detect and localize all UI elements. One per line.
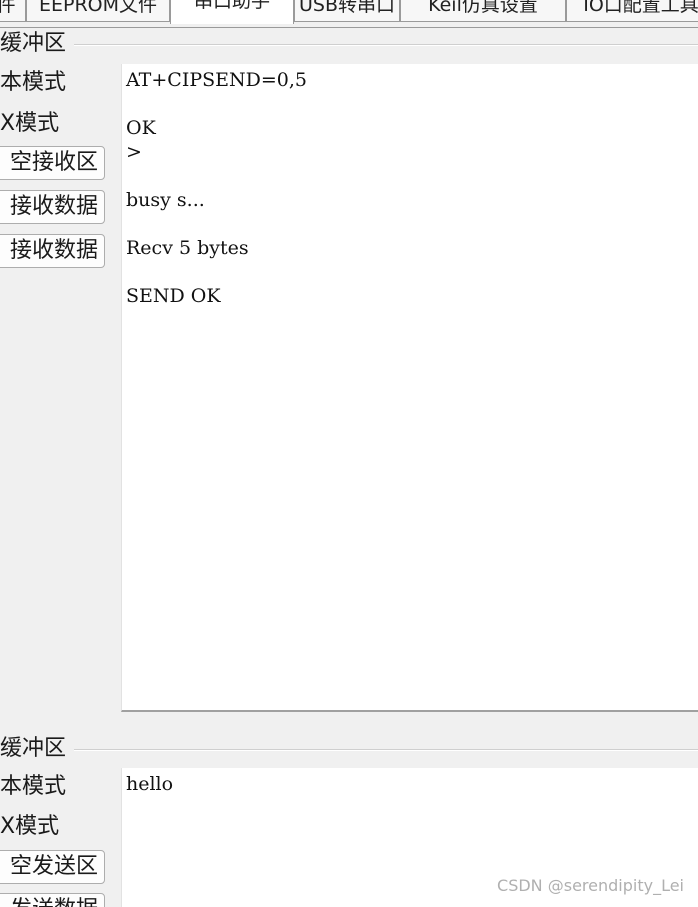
tab-eeprom-file[interactable]: EEPROM文件 xyxy=(26,0,170,22)
receive-textarea[interactable]: AT+CIPSEND=0,5 OK > busy s... Recv 5 byt… xyxy=(121,64,698,712)
copy-receive-button[interactable]: 接收数据 xyxy=(0,234,105,268)
receive-line: SEND OK xyxy=(126,285,221,307)
save-receive-button[interactable]: 接收数据 xyxy=(0,190,105,224)
tab-strip: 件 EEPROM文件 串口助手 USB转串口 Keil仿真设置 IO口配置工具 xyxy=(0,0,698,28)
send-group-title: 缓冲区 xyxy=(0,736,67,761)
clear-receive-button[interactable]: 空接收区 xyxy=(0,146,105,180)
serial-assistant-window: 件 EEPROM文件 串口助手 USB转串口 Keil仿真设置 IO口配置工具 … xyxy=(0,0,698,907)
receive-hex-mode-option[interactable]: X模式 xyxy=(0,110,59,138)
receive-line: OK xyxy=(126,117,156,139)
receive-line: > xyxy=(126,141,142,163)
send-content: hello xyxy=(126,773,174,795)
save-send-button[interactable]: 发送数据 xyxy=(0,893,105,907)
receive-line: busy s... xyxy=(126,189,205,211)
tab-ip-serial[interactable]: USB转串口 xyxy=(294,0,400,22)
send-group-divider xyxy=(74,749,698,751)
clear-send-button[interactable]: 空发送区 xyxy=(0,850,105,884)
tab-serial-assistant[interactable]: 串口助手 xyxy=(170,0,294,24)
receive-text-mode-option[interactable]: 本模式 xyxy=(0,69,66,97)
send-text-mode-option[interactable]: 本模式 xyxy=(0,773,66,801)
receive-line: Recv 5 bytes xyxy=(126,237,249,259)
watermark: CSDN @serendipity_Lei xyxy=(497,876,684,895)
receive-group-title: 缓冲区 xyxy=(0,31,67,56)
tab-io-config[interactable]: IO口配置工具 xyxy=(566,0,698,22)
send-hex-mode-option[interactable]: X模式 xyxy=(0,813,59,841)
receive-line: AT+CIPSEND=0,5 xyxy=(126,69,307,91)
tab-keil-simulation[interactable]: Keil仿真设置 xyxy=(400,0,566,22)
receive-group-divider xyxy=(74,44,698,46)
tab-program-file[interactable]: 件 xyxy=(0,0,26,22)
